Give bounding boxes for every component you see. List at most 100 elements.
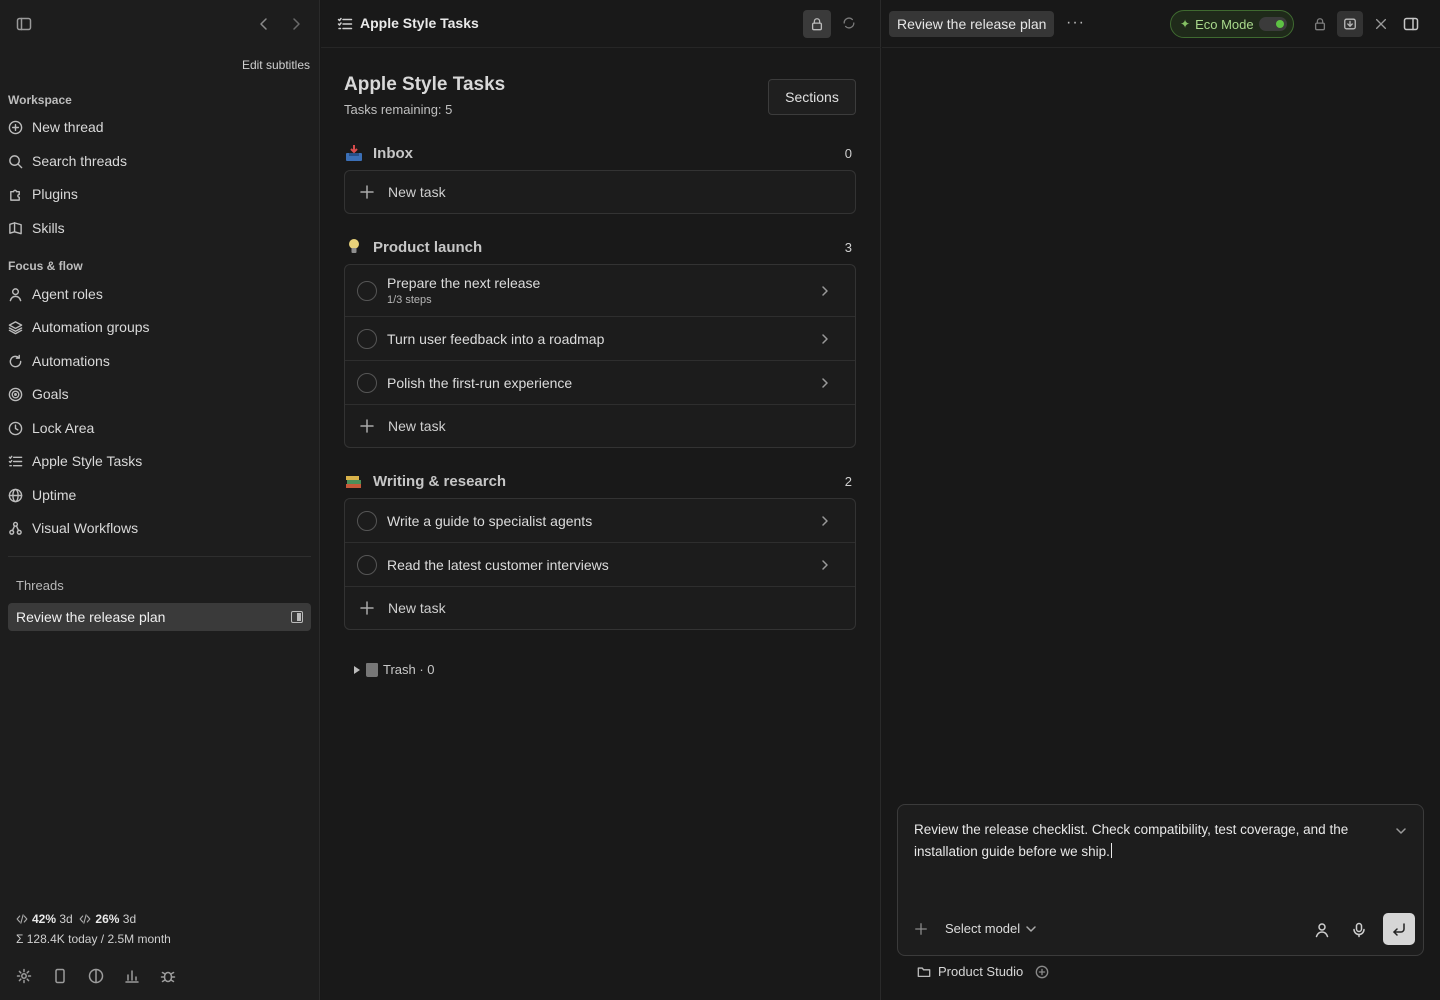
search-icon <box>9 154 23 168</box>
workflow-icon <box>9 521 22 535</box>
sidebar-item-lock-area[interactable]: Lock Area <box>0 413 320 443</box>
eco-mode-switch[interactable] <box>1259 17 1287 31</box>
refresh-icon[interactable] <box>842 16 856 30</box>
chevron-right-icon[interactable] <box>819 285 831 297</box>
sidebar-item-label: Apple Style Tasks <box>32 453 143 469</box>
plus-icon <box>360 419 374 433</box>
archive-button[interactable] <box>1337 11 1363 37</box>
close-icon[interactable] <box>1374 17 1388 31</box>
task-row[interactable]: Polish the first-run experience <box>345 361 855 405</box>
chevron-down-icon <box>1026 925 1036 932</box>
sidebar-toggle-icon[interactable] <box>16 16 32 32</box>
task-checkbox[interactable] <box>357 280 377 301</box>
task-checkbox[interactable] <box>357 372 377 393</box>
sparkle-icon: ✦ <box>1180 17 1191 31</box>
message-input[interactable]: Review the release checklist. Check comp… <box>914 819 1374 863</box>
sidebar-item-automation-groups[interactable]: Automation groups <box>0 312 320 342</box>
checklist-icon <box>337 16 353 32</box>
chevron-right-icon[interactable] <box>819 559 831 571</box>
focus-section-title: Focus & flow <box>8 259 83 273</box>
task-subtitle: 1/3 steps <box>387 294 432 306</box>
chevron-right-icon[interactable] <box>819 515 831 527</box>
new-task-button[interactable]: New task <box>345 405 855 447</box>
sections-button[interactable]: Sections <box>768 79 856 115</box>
group-header-writing-research[interactable]: Writing & research 2 <box>344 469 856 493</box>
sidebar-item-automations[interactable]: Automations <box>0 346 320 376</box>
layers-icon <box>8 320 23 334</box>
sidebar-item-apple-style-tasks[interactable]: Apple Style Tasks <box>0 446 320 476</box>
chevron-right-icon[interactable] <box>819 333 831 345</box>
phone-icon[interactable] <box>52 968 68 984</box>
more-options-icon[interactable]: ··· <box>1066 14 1085 32</box>
trash-icon <box>366 662 378 677</box>
attach-plus-icon[interactable] <box>914 922 928 936</box>
new-task-label: New task <box>388 600 446 616</box>
message-composer[interactable]: Review the release checklist. Check comp… <box>897 804 1424 956</box>
chevron-down-icon[interactable] <box>1395 825 1407 837</box>
bar-chart-icon[interactable] <box>124 968 140 984</box>
open-panel-icon[interactable] <box>291 611 303 623</box>
task-checkbox[interactable] <box>357 554 377 575</box>
group-header-inbox[interactable]: Inbox 0 <box>344 141 856 165</box>
group-count: 0 <box>844 145 852 161</box>
sidebar-item-skills[interactable]: Skills <box>0 213 320 243</box>
task-row[interactable]: Write a guide to specialist agents <box>345 499 855 543</box>
sidebar-item-goals[interactable]: Goals <box>0 379 320 409</box>
settings-gear-icon[interactable] <box>16 968 32 984</box>
sidebar-item-new-thread[interactable]: New thread <box>0 112 320 142</box>
send-button[interactable] <box>1383 913 1415 945</box>
forward-arrow-icon[interactable] <box>288 16 304 32</box>
sidebar-divider <box>8 556 311 557</box>
books-icon <box>344 472 364 490</box>
split-view-icon[interactable] <box>88 968 104 984</box>
add-circle-icon[interactable] <box>1035 965 1049 979</box>
sidebar-toolbar <box>16 12 303 36</box>
task-row[interactable]: Prepare the next release 1/3 steps <box>345 265 855 317</box>
target-icon <box>8 387 23 401</box>
project-selector[interactable]: Product Studio <box>917 964 1056 979</box>
thread-title-chip[interactable]: Review the release plan <box>889 11 1055 37</box>
eco-mode-toggle[interactable]: ✦ Eco Mode <box>1170 10 1294 38</box>
folder-icon <box>917 966 931 977</box>
lock-button[interactable] <box>803 10 831 38</box>
new-task-label: New task <box>388 418 446 434</box>
right-panel-toggle-icon[interactable] <box>1403 16 1419 32</box>
task-row[interactable]: Turn user feedback into a roadmap <box>345 317 855 361</box>
sidebar-item-search-threads[interactable]: Search threads <box>0 146 320 176</box>
eco-mode-label: Eco Mode <box>1195 16 1254 32</box>
plus-circle-icon <box>8 120 23 134</box>
task-row[interactable]: Read the latest customer interviews <box>345 543 855 587</box>
message-text: Review the release checklist. Check comp… <box>914 822 1349 859</box>
sidebar-item-agent-roles[interactable]: Agent roles <box>0 279 320 309</box>
new-task-button[interactable]: New task <box>345 587 855 629</box>
task-checkbox[interactable] <box>357 510 377 531</box>
sidebar-item-visual-workflows[interactable]: Visual Workflows <box>0 513 320 543</box>
persona-icon[interactable] <box>1314 922 1330 938</box>
usage-b-percent: 26% <box>95 912 120 926</box>
user-icon <box>9 287 22 301</box>
model-select[interactable]: Select model <box>945 921 1037 936</box>
sidebar-item-label: Uptime <box>32 487 77 503</box>
sidebar-item-label: Plugins <box>32 186 78 202</box>
microphone-icon[interactable] <box>1351 922 1367 938</box>
lock-icon[interactable] <box>1313 17 1327 31</box>
bug-icon[interactable] <box>160 968 176 984</box>
trash-toggle[interactable]: Trash · 0 <box>354 662 435 677</box>
new-task-button[interactable]: New task <box>345 171 855 213</box>
sidebar-item-plugins[interactable]: Plugins <box>0 179 320 209</box>
back-arrow-icon[interactable] <box>256 16 272 32</box>
thread-item-review-release-plan[interactable]: Review the release plan <box>8 603 311 631</box>
clock-icon <box>8 421 23 435</box>
edit-subtitles-link[interactable]: Edit subtitles <box>242 58 310 72</box>
sidebar: Edit subtitles Workspace New thread Sear… <box>0 0 320 1000</box>
chat-header: Review the release plan ··· ✦ Eco Mode <box>882 0 1440 48</box>
tasks-header-title: Apple Style Tasks <box>360 15 479 31</box>
group-name: Inbox <box>373 144 413 162</box>
plus-icon <box>360 601 374 615</box>
sidebar-item-uptime[interactable]: Uptime <box>0 480 320 510</box>
task-checkbox[interactable] <box>357 328 377 349</box>
chevron-right-icon[interactable] <box>819 377 831 389</box>
group-header-product-launch[interactable]: Product launch 3 <box>344 235 856 259</box>
page-title: Apple Style Tasks <box>344 74 506 95</box>
group-name: Product launch <box>373 238 483 256</box>
